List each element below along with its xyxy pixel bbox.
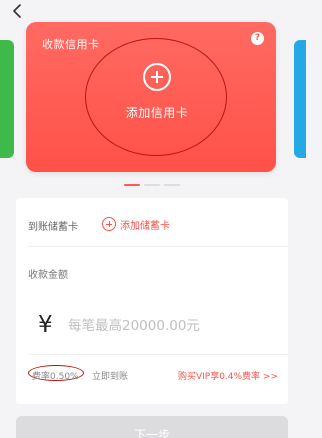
debit-card-label: 到账储蓄卡 (28, 222, 78, 233)
divider (28, 354, 288, 355)
vip-upgrade-link[interactable]: 购买VIP享0.4%费率 >> (178, 369, 278, 382)
payment-form: 到账储蓄卡 添加储蓄卡 收款金额 ¥ 费率0.50% 立即到账 购买VIP享0.… (16, 198, 288, 404)
plus-circle-icon (143, 63, 171, 91)
fee-rate: 费率0.50% (32, 372, 79, 382)
back-button[interactable] (10, 2, 26, 20)
next-button[interactable]: 下一步 (16, 416, 288, 438)
credit-card-panel: 收款信用卡 ? 添加信用卡 (26, 22, 276, 172)
chevron-left-icon (13, 4, 21, 18)
plus-circle-icon (102, 217, 116, 231)
add-debit-card-button[interactable]: 添加储蓄卡 (102, 216, 170, 232)
currency-symbol: ¥ (38, 312, 53, 338)
amount-label: 收款金额 (28, 270, 68, 281)
amount-input[interactable] (68, 314, 268, 338)
instant-arrival-text: 立即到账 (92, 372, 129, 382)
prev-card-peek[interactable] (0, 40, 14, 158)
carousel-dot (164, 184, 180, 186)
add-credit-card-label: 添加信用卡 (125, 106, 189, 120)
highlight-ring (85, 38, 227, 156)
add-debit-card-label: 添加储蓄卡 (120, 220, 170, 232)
carousel-dot-active (124, 184, 140, 186)
next-card-peek[interactable] (294, 40, 306, 158)
divider (28, 246, 288, 247)
carousel-dot (144, 184, 160, 186)
add-credit-card-button[interactable]: 添加信用卡 (81, 38, 231, 158)
question-icon[interactable]: ? (251, 32, 264, 45)
